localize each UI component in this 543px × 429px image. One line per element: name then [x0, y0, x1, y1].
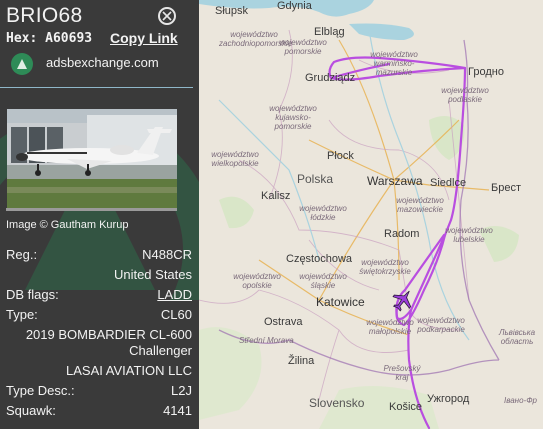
reg-row: Reg.: N488CR — [6, 247, 192, 265]
squawk-value: 4141 — [163, 403, 192, 418]
hex-value: A60693 — [45, 31, 93, 46]
type-value: CL60 — [160, 307, 192, 322]
map-label-warszawa: Warszawa — [367, 174, 423, 188]
map-label-elblag: Elbląg — [314, 26, 345, 38]
map-label-mazowieckie: województwo mazowieckie — [396, 196, 444, 214]
map-label-zilina: Žilina — [288, 355, 315, 367]
map-label-gdynia: Gdynia — [277, 0, 312, 12]
map-label-podlaskie: województwo podlaskie — [441, 86, 489, 104]
map-label-katowice: Katowice — [316, 295, 365, 309]
db-flags-row: DB flags: LADD — [6, 287, 192, 305]
photo-underline — [6, 208, 177, 211]
squawk-label: Squawk: — [6, 403, 56, 418]
map-view[interactable]: Słupsk Gdynia Elbląg Grudziądz Płock Pol… — [199, 0, 543, 429]
map-label-polska: Polska — [297, 172, 334, 186]
copy-link-button[interactable]: Copy Link — [110, 30, 178, 46]
type-row: Type: CL60 — [6, 307, 192, 325]
map-label-stredni-morava: Střední Morava — [239, 336, 294, 345]
map-label-siedlce: Siedlce — [430, 177, 467, 189]
reg-value: N488CR — [142, 247, 192, 262]
type-label: Type: — [6, 307, 38, 322]
map-label-kujawsko: województwo kujawsko-pomorskie — [269, 104, 317, 131]
map-label-slaskie: województwo śląskie — [299, 272, 347, 290]
map-label-uzhhorod: Ужгород — [427, 393, 470, 405]
reg-label: Reg.: — [6, 247, 38, 262]
type-desc-label: Type Desc.: — [6, 383, 75, 398]
map-label-swietokrzyskie: województwo świętokrzyskie — [359, 258, 411, 276]
map-label-opolskie: województwo opolskie — [233, 272, 281, 290]
adsbexchange-logo-icon — [11, 53, 33, 75]
map-label-slovensko: Slovensko — [309, 396, 365, 410]
map-label-ivano: Івано-Фр — [504, 396, 537, 405]
type-desc-value: L2J — [171, 383, 192, 398]
image-credit: Image © Gautham Kurup — [6, 219, 129, 231]
aircraft-photo[interactable] — [7, 109, 177, 209]
map-label-grudziadz: Grudziądz — [305, 72, 356, 84]
db-flags-label: DB flags: — [6, 287, 59, 302]
map-label-podkarpackie: województwo podkarpackie — [417, 316, 465, 334]
map-label-czestochowa: Częstochowa — [286, 253, 353, 265]
map-label-lodzkie: województwo łódzkie — [299, 204, 347, 222]
map-label-hrodna: Гродно — [468, 66, 504, 78]
aircraft-callsign: BRIO68 — [6, 4, 83, 27]
aircraft-info-panel: BRIO68 Hex: A60693 Copy Link adsbexchang… — [0, 0, 199, 429]
hex-label: Hex: — [6, 31, 38, 46]
map-label-ostrava: Ostrava — [264, 316, 303, 328]
map-label-plock: Płock — [327, 150, 354, 162]
country-value: United States — [113, 267, 192, 282]
close-button[interactable] — [158, 7, 176, 25]
model-line-1: 2019 BOMBARDIER CL-600 — [25, 327, 192, 342]
map-label-presov: Prešovský kraj — [383, 364, 421, 382]
map-label-kalisz: Kalisz — [261, 190, 291, 202]
map-label-pomorskie: województwo pomorskie — [279, 38, 327, 56]
map-label-warminsko: województwo warmińsko-mazurskie — [370, 50, 418, 77]
map-label-slupsk: Słupsk — [215, 5, 249, 17]
source-link[interactable]: adsbexchange.com — [46, 55, 159, 70]
map-label-radom: Radom — [384, 228, 420, 240]
type-desc-row: Type Desc.: L2J — [6, 383, 192, 401]
map-label-kosice: Košice — [389, 401, 423, 413]
divider — [0, 87, 193, 88]
map-label-lubelskie: województwo lubelskie — [445, 226, 493, 244]
aircraft-photo-image — [7, 109, 177, 209]
db-flags-value[interactable]: LADD — [157, 287, 192, 302]
hex-code: Hex: A60693 — [6, 31, 92, 46]
map-label-lviv: Львівська область — [498, 328, 536, 346]
close-icon — [162, 11, 172, 21]
operator-value: LASAI AVIATION LLC — [66, 363, 192, 378]
map-label-brest: Брест — [491, 182, 521, 194]
model-line-2: Challenger — [129, 343, 192, 358]
squawk-row: Squawk: 4141 — [6, 403, 192, 421]
map-label-wielkopolskie: województwo wielkopolskie — [211, 150, 259, 168]
